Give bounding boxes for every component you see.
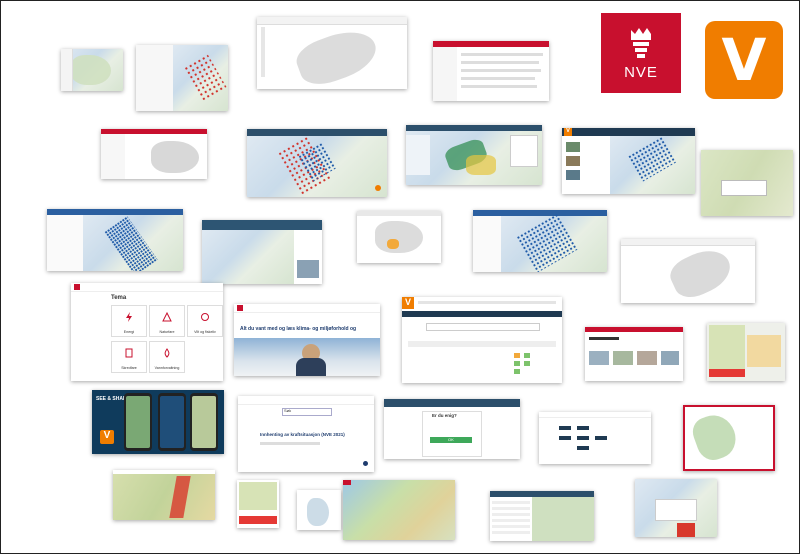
tema-title: Tema (111, 295, 127, 301)
screenshot-collage: NVE V V Tema Energi Naturfare Vilt og fi… (0, 0, 800, 554)
thumb-topo-map[interactable] (701, 150, 793, 216)
thumb-map-grey-wide[interactable] (621, 239, 755, 303)
thumb-map-popup[interactable] (635, 479, 717, 537)
thumb-varsom-map-list[interactable]: V (562, 128, 695, 194)
lion-crest-icon (631, 27, 651, 58)
tema-tile-energi[interactable]: Energi (111, 305, 147, 337)
thumb-map-terrain[interactable] (343, 480, 455, 540)
thumb-map-dense-points[interactable] (47, 209, 183, 271)
thumb-map-red-overlay[interactable] (113, 470, 215, 520)
thumb-article-cards[interactable] (585, 327, 683, 381)
thumb-map-red-frame[interactable] (683, 405, 775, 471)
tema-tile-vann[interactable]: Vannforvaltning (149, 341, 185, 373)
thumb-climate-banner[interactable]: Alt du vant med og læs klima- og miljøfo… (234, 304, 380, 376)
nve-logo-text: NVE (624, 63, 658, 81)
thumb-map-grey-orange[interactable] (357, 211, 441, 263)
tema-tile-vilt[interactable]: Vilt og fiskeliv (187, 305, 223, 337)
thumb-list-page[interactable] (433, 41, 549, 101)
varsom-logo: V (705, 21, 783, 99)
thumb-varsom-table[interactable]: V (402, 297, 562, 383)
thumb-tema-page[interactable]: Tema Energi Naturfare Vilt og fiskeliv S… (71, 283, 223, 381)
thumb-small-map-panel[interactable] (237, 480, 279, 528)
document-icon (125, 348, 133, 358)
app-promo-badge: V (100, 430, 114, 444)
nve-logo: NVE (601, 13, 681, 93)
thumb-schedule-blocks[interactable] (539, 412, 651, 464)
climate-headline: Alt du vant med og læs klima- og miljøfo… (240, 326, 357, 332)
thumb-green-dialog[interactable]: Er du enig? OK (384, 399, 520, 459)
thumb-map-coastline[interactable] (297, 490, 341, 530)
thumb-map-table-split[interactable] (490, 491, 594, 541)
thumb-map-weather[interactable] (202, 220, 322, 284)
thumb-map-blue-points[interactable] (473, 210, 607, 272)
thumb-register-info[interactable]: Søk Innhenting av kraftsituasjon (NVE 20… (238, 396, 374, 472)
energy-icon (126, 312, 132, 322)
thumb-map-norway-grey[interactable] (257, 17, 407, 89)
register-search-label: Søk (284, 408, 292, 413)
tema-tile-skredfare[interactable]: Skredfare (111, 341, 147, 373)
thumb-map-europe[interactable] (61, 49, 123, 91)
thumb-phone-app-promo[interactable]: SEE & SHARE V (92, 390, 224, 454)
warning-icon (162, 312, 172, 322)
wildlife-icon (201, 313, 209, 321)
register-heading: Innhenting av kraftsituasjon (NVE 2021) (260, 432, 345, 437)
thumb-map-red-header[interactable] (101, 129, 207, 179)
dialog-ok-button[interactable]: OK (430, 437, 472, 443)
tema-tile-naturfare[interactable]: Naturfare (149, 305, 185, 337)
thumb-map-flood-zones[interactable] (406, 125, 542, 185)
thumb-map-norway-panel[interactable] (136, 45, 228, 111)
dialog-title: Er du enig? (432, 413, 457, 418)
thumb-layer-panel[interactable] (707, 323, 785, 381)
water-drop-icon (164, 348, 170, 358)
thumb-map-coast-points[interactable] (247, 129, 387, 197)
